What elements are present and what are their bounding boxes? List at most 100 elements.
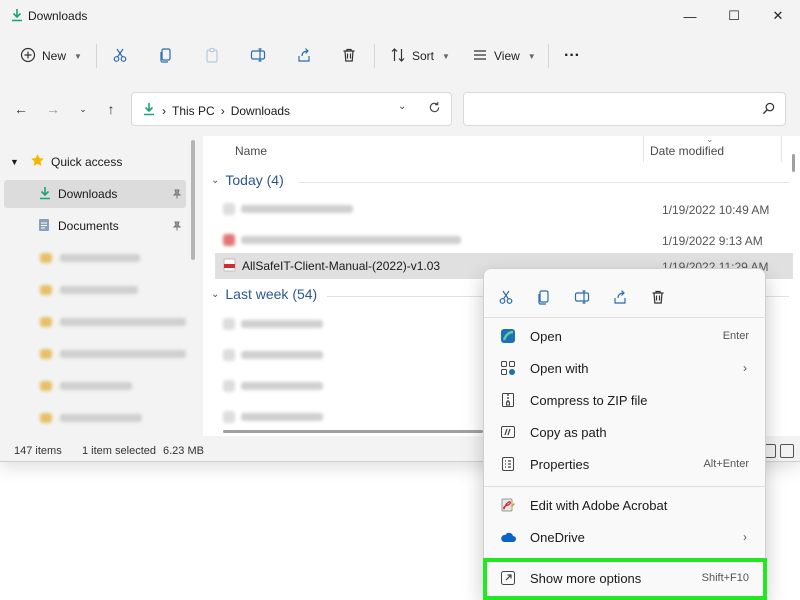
menu-item-shortcut: Alt+Enter [703, 458, 749, 470]
trash-icon [341, 47, 357, 66]
recent-locations-chevron-icon[interactable]: ⌄ [72, 98, 94, 120]
menu-item-open-with[interactable]: Open with › [488, 353, 763, 383]
column-header-date-modified[interactable]: Date modified [650, 144, 724, 158]
up-arrow-icon[interactable]: ↑ [100, 98, 122, 120]
redacted-file-name [241, 236, 461, 244]
search-box[interactable] [463, 92, 786, 126]
address-bar[interactable]: › This PC › Downloads ⌄ [131, 92, 452, 126]
zip-icon [494, 392, 522, 408]
column-divider[interactable] [643, 136, 644, 162]
breadcrumb-separator: › [162, 103, 166, 118]
share-icon[interactable] [608, 285, 632, 309]
redacted-label [59, 318, 186, 326]
sort-chevron-icon: ⌄ [706, 136, 714, 144]
file-row[interactable]: 1/19/2022 10:49 AM [215, 196, 793, 222]
rename-icon [250, 47, 266, 66]
close-button[interactable]: ✕ [756, 0, 800, 32]
download-arrow-icon [142, 102, 156, 119]
menu-divider [484, 317, 767, 318]
share-icon [296, 47, 312, 66]
sidebar-item-redacted[interactable] [4, 308, 186, 336]
menu-item-edit-acrobat[interactable]: Edit with Adobe Acrobat [488, 490, 763, 520]
file-date: 1/19/2022 9:13 AM [662, 234, 763, 248]
search-icon[interactable] [762, 102, 775, 118]
menu-item-compress-zip[interactable]: Compress to ZIP file [488, 385, 763, 415]
copy-icon[interactable] [532, 285, 556, 309]
back-arrow-icon[interactable]: ← [10, 98, 32, 120]
menu-item-label: Properties [530, 456, 590, 472]
vertical-scrollbar[interactable] [792, 154, 795, 172]
rename-icon[interactable] [570, 285, 594, 309]
sidebar-item-redacted[interactable] [4, 276, 186, 304]
new-button[interactable]: New ▼ [20, 36, 82, 76]
properties-icon [494, 456, 522, 472]
file-date: 1/19/2022 10:49 AM [662, 203, 770, 217]
paste-button[interactable] [204, 36, 220, 76]
menu-item-copy-as-path[interactable]: Copy as path [488, 417, 763, 447]
sidebar-item-quick-access[interactable]: ▼ Quick access [4, 148, 186, 176]
file-icon [223, 411, 235, 423]
sidebar-item-redacted[interactable] [4, 340, 186, 368]
sidebar-item-documents[interactable]: Documents [4, 212, 186, 240]
app-icon [494, 328, 522, 344]
minimize-button[interactable]: — [668, 0, 712, 32]
maximize-button[interactable]: ☐ [712, 0, 756, 32]
breadcrumb-downloads[interactable]: Downloads [231, 104, 290, 118]
rename-button[interactable] [250, 36, 266, 76]
selection-count: 1 item selected [82, 445, 156, 457]
horizontal-scrollbar[interactable] [223, 430, 483, 433]
selection-size: 6.23 MB [163, 445, 204, 457]
delete-button[interactable] [341, 36, 357, 76]
context-menu-quick-actions [484, 275, 767, 315]
chevron-down-icon[interactable]: ▼ [10, 157, 22, 167]
copy-button[interactable] [158, 36, 174, 76]
sidebar-item-label: Documents [58, 219, 119, 233]
copy-path-icon [494, 424, 522, 440]
plus-circle-icon [20, 47, 36, 66]
menu-item-onedrive[interactable]: OneDrive › [488, 522, 763, 552]
sidebar-scrollbar[interactable] [191, 140, 195, 260]
sort-label: Sort [412, 49, 435, 63]
navigation-pane: ▼ Quick access Downloads Documents [0, 140, 200, 436]
file-icon [223, 318, 235, 330]
star-icon [30, 153, 45, 171]
column-header-name[interactable]: Name [235, 144, 267, 158]
group-header-last-week[interactable]: ⌄ Last week (54) [211, 286, 317, 302]
sort-button[interactable]: Sort ▼ [390, 36, 450, 76]
folder-icon [40, 381, 52, 391]
sidebar-item-label: Quick access [51, 155, 123, 169]
tiles-view-icon[interactable] [780, 444, 794, 458]
forward-arrow-icon[interactable]: → [42, 98, 64, 120]
chevron-down-icon: ⌄ [211, 288, 220, 300]
toolbar-divider [96, 44, 97, 68]
folder-icon [40, 317, 52, 327]
sidebar-item-downloads[interactable]: Downloads [4, 180, 186, 208]
cut-icon[interactable] [494, 285, 518, 309]
file-name: AllSafeIT-Client-Manual-(2022)-v1.03 [242, 259, 441, 273]
share-button[interactable] [296, 36, 312, 76]
menu-item-open[interactable]: Open Enter [488, 321, 763, 351]
pin-icon[interactable] [172, 188, 182, 202]
redacted-label [60, 286, 138, 294]
sidebar-item-redacted[interactable] [4, 372, 186, 400]
file-row[interactable]: 1/19/2022 9:13 AM [215, 227, 793, 253]
menu-item-shortcut: Enter [722, 330, 749, 342]
sidebar-item-redacted[interactable] [4, 404, 186, 432]
address-history-chevron-icon[interactable]: ⌄ [398, 101, 406, 112]
group-title-label: Last week (54) [225, 286, 318, 302]
view-button[interactable]: View ▼ [472, 36, 536, 76]
sidebar-item-redacted[interactable] [4, 244, 186, 272]
refresh-icon[interactable] [428, 101, 441, 117]
column-divider[interactable] [781, 136, 782, 162]
breadcrumb: › This PC › Downloads [142, 102, 290, 119]
menu-item-label: Open with [530, 360, 589, 376]
cut-button[interactable] [112, 36, 128, 76]
scissors-icon [112, 47, 128, 66]
redacted-label [60, 414, 142, 422]
more-options-button[interactable]: ··· [564, 36, 580, 76]
breadcrumb-this-pc[interactable]: This PC [172, 104, 215, 118]
trash-icon[interactable] [646, 285, 670, 309]
pin-icon[interactable] [172, 220, 182, 234]
group-header-today[interactable]: ⌄ Today (4) [211, 172, 284, 188]
menu-item-properties[interactable]: Properties Alt+Enter [488, 449, 763, 479]
